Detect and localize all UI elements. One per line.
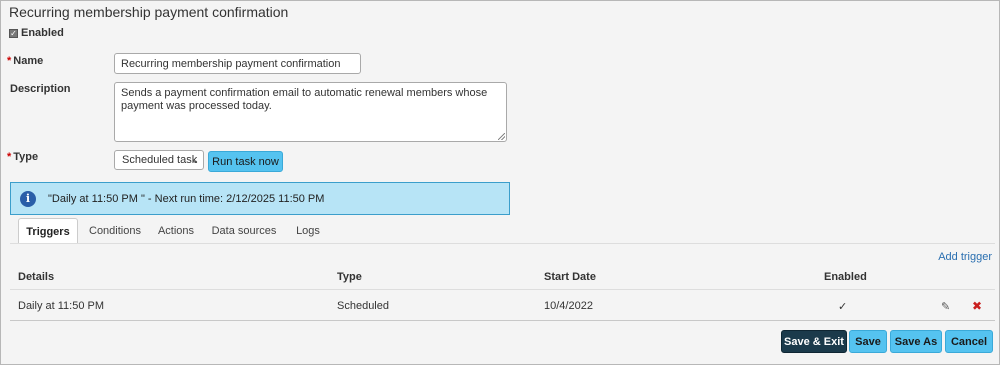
tab-divider — [10, 243, 995, 244]
enabled-checkbox-row[interactable]: ✓ Enabled — [9, 27, 64, 39]
cancel-button[interactable]: Cancel — [945, 330, 993, 353]
type-label-text: Type — [13, 151, 39, 163]
type-select[interactable]: Scheduled task ⌄ — [114, 150, 204, 170]
save-and-exit-button[interactable]: Save & Exit — [781, 330, 847, 353]
info-icon: i — [20, 190, 36, 207]
next-run-info-banner: i "Daily at 11:50 PM " - Next run time: … — [10, 182, 510, 215]
trigger-type-cell: Scheduled — [337, 300, 389, 312]
trigger-start-date-cell: 10/4/2022 — [544, 300, 593, 312]
required-marker: * — [7, 55, 12, 67]
tab-actions[interactable]: Actions — [152, 218, 200, 244]
run-task-now-button[interactable]: Run task now — [208, 151, 283, 172]
save-as-button[interactable]: Save As — [890, 330, 942, 353]
table-header-divider — [10, 289, 995, 290]
checkmark-icon: ✓ — [838, 301, 848, 313]
task-tabs: Triggers Conditions Actions Data sources… — [18, 218, 328, 244]
enabled-label: Enabled — [21, 27, 64, 39]
tab-data-sources[interactable]: Data sources — [200, 218, 288, 244]
description-textarea[interactable]: Sends a payment confirmation email to au… — [114, 82, 507, 142]
page-title: Recurring membership payment confirmatio… — [9, 4, 289, 20]
name-label: * Name — [7, 55, 43, 67]
name-input-value: Recurring membership payment confirmatio… — [121, 57, 341, 70]
description-label: Description — [10, 83, 71, 95]
table-row-divider — [10, 320, 995, 321]
type-label: * Type — [7, 151, 38, 163]
name-input[interactable]: Recurring membership payment confirmatio… — [114, 53, 361, 74]
next-run-info-text: "Daily at 11:50 PM " - Next run time: 2/… — [48, 192, 325, 205]
enabled-checkbox[interactable]: ✓ — [9, 28, 18, 38]
chevron-down-icon: ⌄ — [191, 155, 199, 165]
tab-conditions[interactable]: Conditions — [78, 218, 152, 244]
trigger-details-cell: Daily at 11:50 PM — [18, 300, 105, 312]
description-value: Sends a payment confirmation email to au… — [121, 87, 488, 112]
delete-x-icon[interactable]: ✖ — [972, 299, 982, 313]
save-button[interactable]: Save — [849, 330, 887, 353]
column-header-details: Details — [18, 271, 55, 283]
column-header-enabled: Enabled — [824, 271, 867, 283]
tab-logs[interactable]: Logs — [288, 218, 328, 244]
add-trigger-link[interactable]: Add trigger — [938, 251, 992, 263]
name-label-text: Name — [13, 55, 44, 67]
required-marker: * — [7, 151, 12, 163]
type-select-value: Scheduled task — [122, 154, 198, 166]
column-header-start-date: Start Date — [544, 271, 596, 283]
column-header-type: Type — [337, 271, 362, 283]
tab-triggers[interactable]: Triggers — [18, 218, 78, 244]
edit-pencil-icon[interactable]: ✎ — [941, 300, 950, 313]
resize-handle-icon[interactable] — [498, 133, 505, 140]
